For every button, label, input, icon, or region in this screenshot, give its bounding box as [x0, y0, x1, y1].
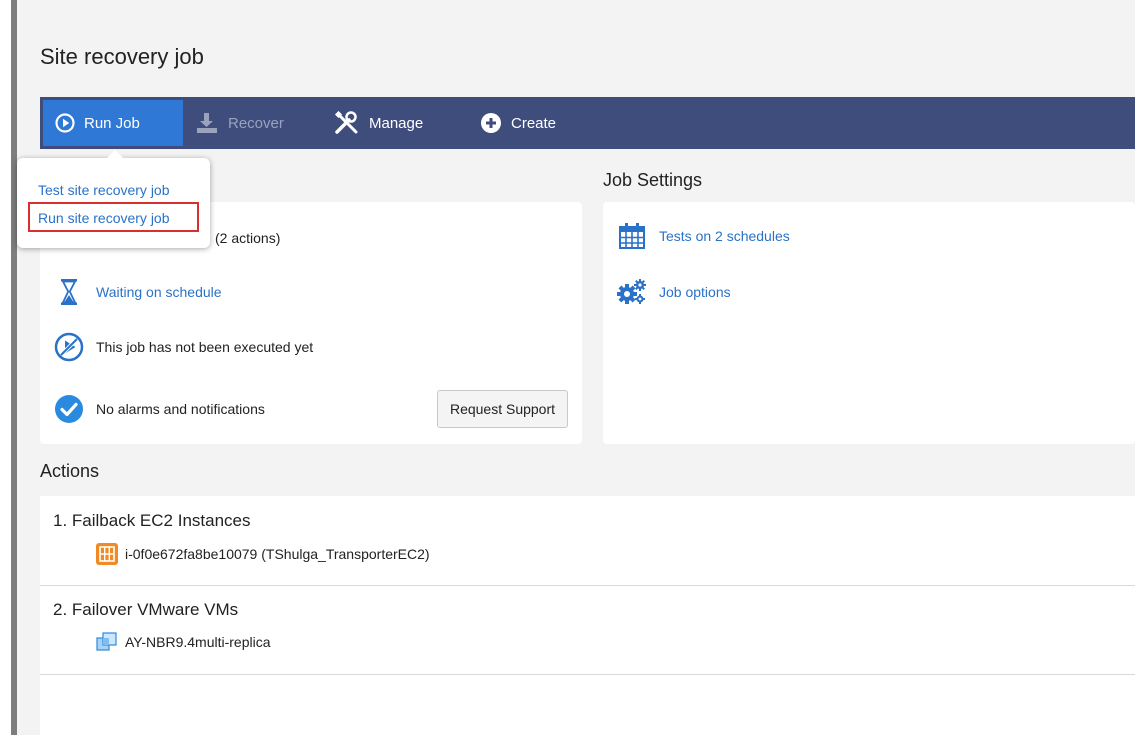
- job-settings-panel: Tests on 2 schedules Job options: [603, 202, 1135, 444]
- execution-status-row: This job has not been executed yet: [52, 332, 313, 362]
- execution-status-label: This job has not been executed yet: [96, 339, 314, 355]
- calendar-icon: [615, 222, 649, 250]
- create-button[interactable]: Create: [480, 100, 556, 146]
- not-executed-icon: [52, 332, 86, 362]
- window-edge: [0, 0, 11, 735]
- tools-icon: [334, 111, 360, 135]
- manage-button[interactable]: Manage: [334, 100, 423, 146]
- alarms-status-row: No alarms and notifications: [52, 394, 265, 424]
- schedule-status-link[interactable]: Waiting on schedule: [96, 284, 222, 300]
- action-title: 2. Failover VMware VMs: [53, 600, 239, 619]
- download-icon: [195, 112, 219, 134]
- gears-icon: [615, 278, 649, 306]
- menu-item-test-site-recovery-job[interactable]: Test site recovery job: [38, 182, 170, 198]
- recover-label: Recover: [228, 114, 284, 132]
- request-support-button[interactable]: Request Support: [437, 390, 568, 428]
- run-job-menu: Test site recovery job Run site recovery…: [17, 150, 210, 248]
- actions-title: Actions: [40, 461, 100, 481]
- actions-list: 1. Failback EC2 Instances i-0f0e672fa8be…: [40, 496, 1135, 735]
- action-item: 2. Failover VMware VMs AY-NBR9.4multi-re…: [40, 585, 1135, 675]
- alarms-status-label: No alarms and notifications: [96, 401, 265, 417]
- action-target-label: AY-NBR9.4multi-replica: [125, 634, 271, 650]
- job-options-link[interactable]: Job options: [659, 284, 731, 300]
- action-target[interactable]: AY-NBR9.4multi-replica: [96, 632, 271, 652]
- actions-count: (2 actions): [215, 230, 280, 246]
- job-options-row[interactable]: Job options: [615, 278, 731, 306]
- action-title: 1. Failback EC2 Instances: [53, 511, 251, 530]
- schedule-status-row[interactable]: Waiting on schedule: [52, 278, 222, 306]
- plus-circle-icon: [480, 112, 502, 134]
- play-circle-icon: [55, 113, 75, 133]
- manage-label: Manage: [369, 114, 424, 132]
- recover-button[interactable]: Recover: [195, 100, 284, 146]
- vmware-vm-icon: [96, 632, 118, 652]
- job-settings-title: Job Settings: [603, 170, 703, 190]
- action-target[interactable]: i-0f0e672fa8be10079 (TShulga_Transporter…: [96, 543, 430, 565]
- hourglass-icon: [52, 278, 86, 306]
- create-label: Create: [511, 114, 557, 132]
- run-job-label: Run Job: [84, 114, 140, 132]
- check-circle-icon: [52, 394, 86, 424]
- ec2-instance-icon: [96, 543, 118, 565]
- schedules-row[interactable]: Tests on 2 schedules: [615, 222, 790, 250]
- popup-arrow: [107, 150, 123, 158]
- schedules-link[interactable]: Tests on 2 schedules: [659, 228, 790, 244]
- page-title: Site recovery job: [40, 44, 204, 69]
- toolbar: Run Job Recover Manage Create: [40, 97, 1135, 149]
- main-content: Site recovery job Run Job Recover Manage…: [17, 0, 1135, 735]
- menu-item-run-site-recovery-job[interactable]: Run site recovery job: [38, 210, 170, 226]
- run-job-button[interactable]: Run Job: [43, 100, 183, 146]
- actions-count-label: (2 actions): [215, 230, 281, 246]
- action-target-label: i-0f0e672fa8be10079 (TShulga_Transporter…: [125, 546, 430, 562]
- action-item: 1. Failback EC2 Instances i-0f0e672fa8be…: [40, 496, 1135, 586]
